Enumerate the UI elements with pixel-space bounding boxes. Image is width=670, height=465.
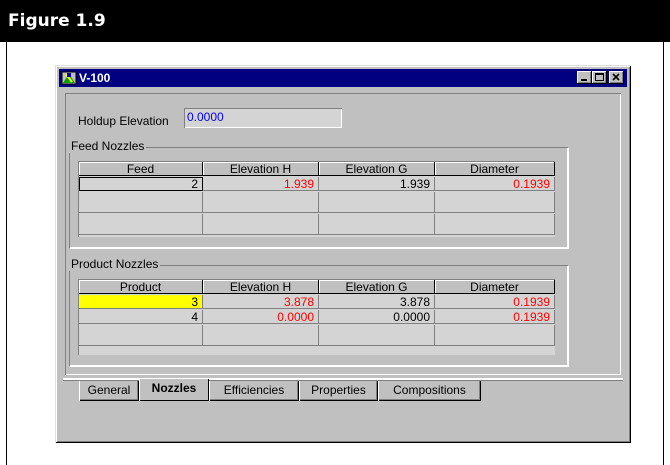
close-button[interactable] bbox=[609, 71, 624, 84]
table-row: 2 1.939 1.939 0.1939 bbox=[79, 177, 555, 192]
maximize-button[interactable] bbox=[592, 71, 607, 84]
close-icon bbox=[612, 73, 620, 81]
product-col-diameter[interactable]: Diameter bbox=[435, 280, 555, 294]
holdup-elevation-label: Holdup Elevation bbox=[78, 114, 169, 128]
feed-diameter-cell[interactable]: 0.1939 bbox=[435, 177, 555, 191]
product-col-elevation-h[interactable]: Elevation H bbox=[203, 280, 319, 294]
empty-cell[interactable] bbox=[435, 325, 555, 346]
window-title-bar[interactable]: V-100 bbox=[59, 69, 627, 87]
table-row bbox=[79, 192, 555, 214]
frame-border-right bbox=[663, 42, 664, 465]
tab-general[interactable]: General bbox=[79, 381, 139, 401]
empty-cell[interactable] bbox=[319, 325, 435, 346]
empty-cell[interactable] bbox=[203, 325, 319, 346]
empty-cell[interactable] bbox=[203, 192, 319, 213]
vessel-window: V-100 Holdup Elevation 0.0000 Feed Nozzl… bbox=[55, 65, 631, 443]
empty-cell[interactable] bbox=[79, 325, 203, 346]
tab-nozzles[interactable]: Nozzles bbox=[139, 379, 209, 401]
table-row bbox=[79, 325, 555, 347]
maximize-icon bbox=[595, 73, 604, 81]
feed-col-diameter[interactable]: Diameter bbox=[435, 162, 555, 176]
tab-efficiencies[interactable]: Efficiencies bbox=[209, 381, 299, 401]
product-elevation-h-cell[interactable]: 3.878 bbox=[203, 295, 319, 309]
feed-col-elevation-g[interactable]: Elevation G bbox=[319, 162, 435, 176]
table-row: 4 0.0000 0.0000 0.1939 bbox=[79, 310, 555, 325]
window-title: V-100 bbox=[79, 71, 111, 85]
product-stage-cell[interactable]: 4 bbox=[79, 310, 203, 324]
feed-stage-cell[interactable]: 2 bbox=[79, 177, 203, 191]
figure-title: Figure 1.9 bbox=[8, 11, 106, 31]
figure-header: Figure 1.9 bbox=[0, 0, 670, 42]
product-nozzles-group: Product Nozzles Product Elevation H Elev… bbox=[69, 257, 568, 366]
product-elevation-h-cell[interactable]: 0.0000 bbox=[203, 310, 319, 324]
product-col-product[interactable]: Product bbox=[79, 280, 203, 294]
empty-cell[interactable] bbox=[319, 192, 435, 213]
feed-col-elevation-h[interactable]: Elevation H bbox=[203, 162, 319, 176]
table-row bbox=[79, 214, 555, 236]
minimize-button[interactable] bbox=[577, 71, 592, 84]
empty-cell[interactable] bbox=[79, 192, 203, 213]
holdup-elevation-field[interactable]: 0.0000 bbox=[184, 108, 342, 128]
product-diameter-cell[interactable]: 0.1939 bbox=[435, 295, 555, 309]
feed-grid-header: Feed Elevation H Elevation G Diameter bbox=[79, 162, 555, 177]
empty-cell[interactable] bbox=[435, 214, 555, 235]
empty-cell[interactable] bbox=[319, 214, 435, 235]
product-grid-header: Product Elevation H Elevation G Diameter bbox=[79, 280, 555, 295]
product-col-elevation-g[interactable]: Elevation G bbox=[319, 280, 435, 294]
table-row: 3 3.878 3.878 0.1939 bbox=[79, 295, 555, 310]
product-nozzles-grid: Product Elevation H Elevation G Diameter… bbox=[78, 279, 555, 355]
window-client-area: Holdup Elevation 0.0000 Feed Nozzles Fee… bbox=[65, 93, 621, 375]
empty-cell[interactable] bbox=[435, 192, 555, 213]
feed-nozzles-label: Feed Nozzles bbox=[69, 139, 147, 153]
feed-elevation-g-cell[interactable]: 1.939 bbox=[319, 177, 435, 191]
product-elevation-g-cell[interactable]: 0.0000 bbox=[319, 310, 435, 324]
feed-nozzles-group: Feed Nozzles Feed Elevation H Elevation … bbox=[69, 139, 568, 248]
product-elevation-g-cell[interactable]: 3.878 bbox=[319, 295, 435, 309]
frame-border-left bbox=[6, 42, 7, 465]
feed-nozzles-grid: Feed Elevation H Elevation G Diameter 2 … bbox=[78, 161, 555, 237]
product-diameter-cell[interactable]: 0.1939 bbox=[435, 310, 555, 324]
feed-col-feed[interactable]: Feed bbox=[79, 162, 203, 176]
tab-properties[interactable]: Properties bbox=[299, 381, 378, 401]
tab-compositions[interactable]: Compositions bbox=[378, 381, 481, 401]
product-stage-cell[interactable]: 3 bbox=[79, 295, 203, 309]
vessel-app-icon bbox=[61, 71, 77, 85]
minimize-icon bbox=[581, 79, 587, 81]
empty-cell[interactable] bbox=[79, 214, 203, 235]
holdup-elevation-value: 0.0000 bbox=[187, 110, 224, 124]
empty-cell[interactable] bbox=[203, 214, 319, 235]
product-nozzles-label: Product Nozzles bbox=[69, 257, 161, 271]
feed-elevation-h-cell[interactable]: 1.939 bbox=[203, 177, 319, 191]
